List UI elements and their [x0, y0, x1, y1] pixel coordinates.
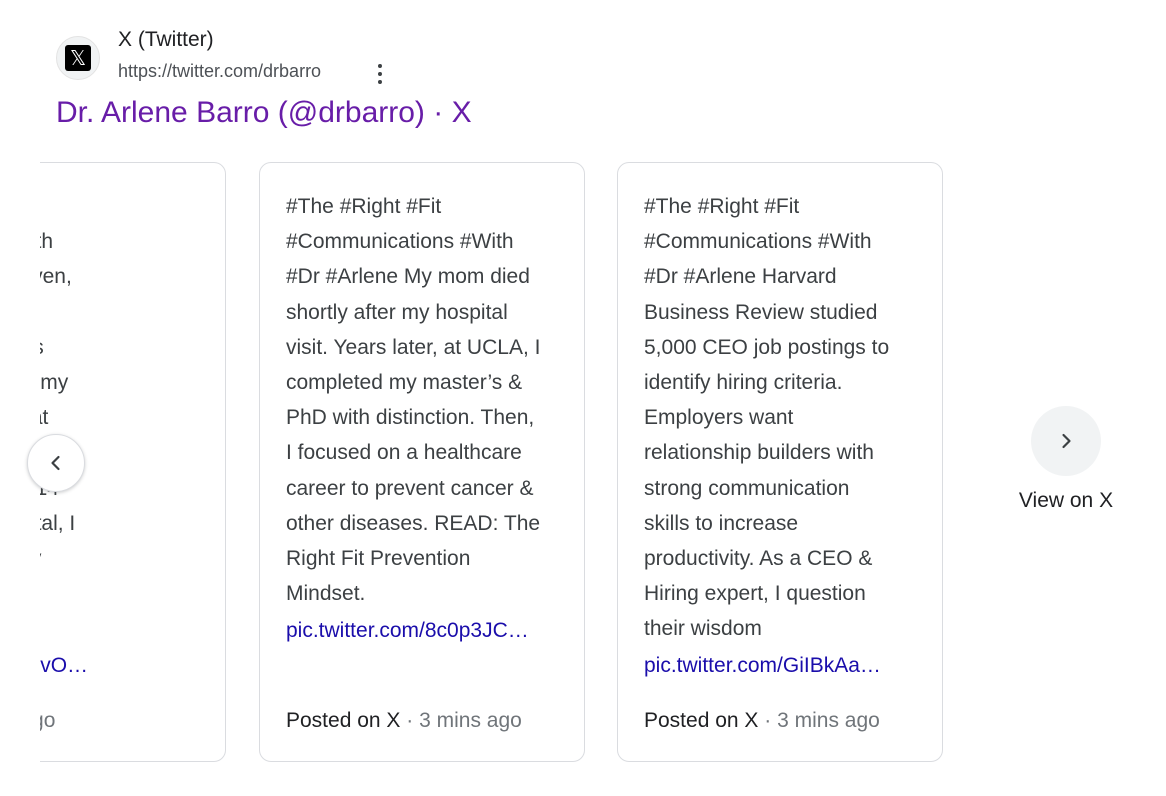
post-time: 3 mins ago — [419, 709, 522, 732]
carousel-next-button[interactable] — [1031, 406, 1101, 476]
three-dots-vertical-icon[interactable] — [374, 62, 386, 86]
post-card[interactable]: #The #Right #Fit #Communications #With #… — [617, 162, 943, 762]
result-title-link[interactable]: Dr. Arlene Barro (@drbarro) · X — [56, 96, 472, 130]
post-time: 3 mins ago — [40, 709, 56, 732]
post-media-link[interactable]: pic.twitter.com/GiIBkAa… — [644, 648, 916, 683]
post-text: #The #Right #Fit #Communications #With #… — [286, 195, 541, 606]
chevron-left-icon — [51, 455, 60, 471]
footer-separator: · — [406, 709, 414, 732]
post-media-link[interactable]: .com/LlMVVvO… — [40, 648, 199, 683]
post-footer: ( · 3 mins ago — [40, 703, 55, 738]
post-card[interactable]: #The #Right #Fit #Communications #With #… — [259, 162, 585, 762]
post-footer: Posted on X · 3 mins ago — [644, 703, 880, 738]
post-footer: Posted on X · 3 mins ago — [286, 703, 522, 738]
carousel-prev-button[interactable] — [27, 434, 85, 492]
chevron-right-icon — [1062, 433, 1071, 449]
post-carousel: t #Fit cations #With e At age seven, ion… — [40, 162, 970, 764]
post-text: t #Fit cations #With e At age seven, ion… — [40, 230, 76, 570]
site-name: X (Twitter) — [118, 28, 214, 51]
post-source: Posted on X — [286, 709, 401, 732]
post-source: Posted on X — [644, 709, 759, 732]
footer-separator: · — [764, 709, 772, 732]
x-logo-icon: 𝕏 — [56, 36, 100, 80]
search-result: 𝕏 X (Twitter) https://twitter.com/drbarr… — [0, 0, 1166, 796]
site-url: https://twitter.com/drbarro — [118, 61, 322, 81]
view-on-x-link[interactable]: View on X — [1000, 489, 1132, 513]
post-time: 3 mins ago — [777, 709, 880, 732]
post-text: #The #Right #Fit #Communications #With #… — [644, 195, 890, 641]
favicon-glyph: 𝕏 — [65, 45, 91, 71]
post-media-link[interactable]: pic.twitter.com/8c0p3JC… — [286, 613, 558, 648]
